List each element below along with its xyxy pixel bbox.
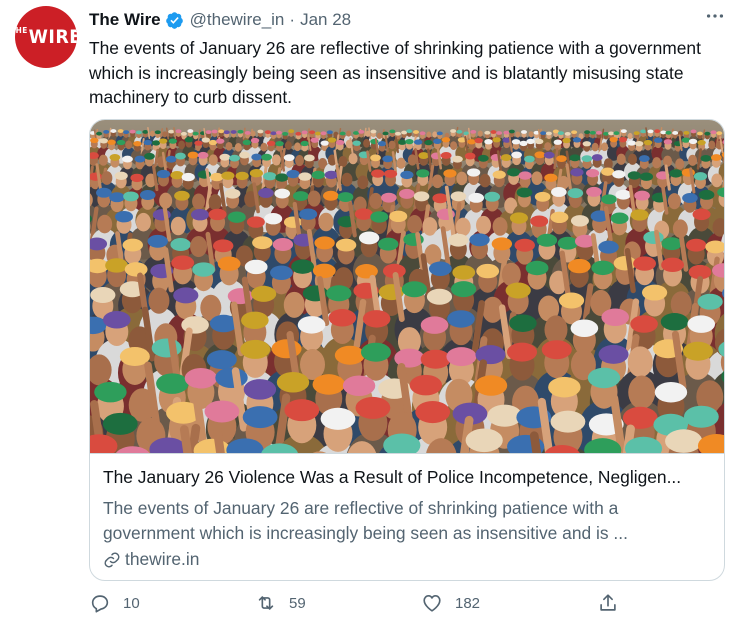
tweet-actions: 10 59 182 <box>89 592 729 618</box>
tweet-text: The events of January 26 are reflective … <box>89 38 701 107</box>
retweet-icon <box>258 596 274 610</box>
more-dots-icon[interactable] <box>702 3 728 29</box>
account-handle[interactable]: @thewire_in <box>190 10 285 30</box>
reply-count: 10 <box>123 594 140 612</box>
account-name[interactable]: The Wire <box>89 10 161 30</box>
card-body: The January 26 Violence Was a Result of … <box>90 453 724 580</box>
link-card[interactable]: The January 26 Violence Was a Result of … <box>89 119 725 581</box>
retweet-count: 59 <box>289 594 306 612</box>
avatar[interactable]: THEWIRE <box>15 6 77 68</box>
card-domain-text: thewire.in <box>125 549 200 569</box>
reply-button[interactable]: 10 <box>89 592 140 614</box>
like-button[interactable]: 182 <box>421 592 480 614</box>
separator-dot: · <box>289 10 296 29</box>
share-button[interactable] <box>597 592 619 614</box>
tweet-date[interactable]: Jan 28 <box>300 10 351 30</box>
avatar-logo: THEWIRE <box>15 26 77 48</box>
card-description: The events of January 26 are reflective … <box>103 498 628 543</box>
heart-icon <box>423 595 441 612</box>
reply-icon <box>91 595 109 613</box>
verified-badge-icon <box>165 11 183 29</box>
card-domain[interactable]: thewire.in <box>103 549 199 570</box>
share-icon <box>600 594 616 611</box>
tweet-header: The Wire @thewire_in · Jan 28 <box>89 9 722 31</box>
retweet-button[interactable]: 59 <box>255 592 306 614</box>
link-icon <box>104 552 120 567</box>
card-image-crowd[interactable] <box>90 120 724 453</box>
like-count: 182 <box>455 594 481 612</box>
card-title[interactable]: The January 26 Violence Was a Result of … <box>103 467 713 488</box>
